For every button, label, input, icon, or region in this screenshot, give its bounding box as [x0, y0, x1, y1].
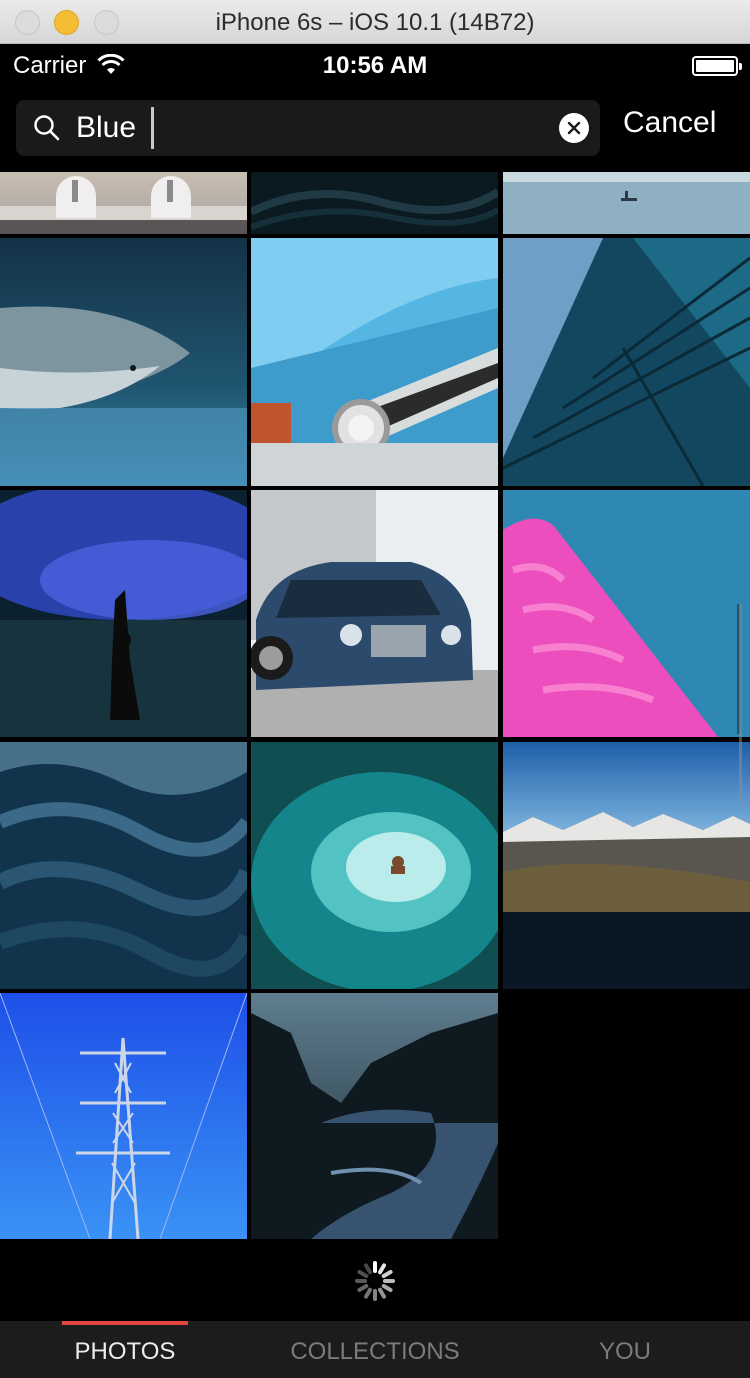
tab-collections[interactable]: COLLECTIONS: [250, 1321, 500, 1378]
photo-tile-blue-smoke-flare[interactable]: [0, 490, 247, 737]
window-title-bar: iPhone 6s – iOS 10.1 (14B72): [0, 0, 750, 44]
photo-tile-mountain-range[interactable]: [503, 742, 750, 989]
photo-tile-observatory-domes[interactable]: [0, 172, 247, 234]
loading-spinner-icon: [353, 1259, 397, 1303]
battery-icon: [692, 56, 742, 76]
photo-tile-swimmer-in-turquoise-water[interactable]: [251, 742, 498, 989]
tab-photos[interactable]: PHOTOS: [0, 1321, 250, 1378]
photo-grid: [0, 172, 750, 1239]
clear-search-icon[interactable]: [559, 113, 589, 143]
status-bar: Carrier 10:56 AM: [0, 44, 750, 86]
photo-tile-power-pylon[interactable]: [0, 993, 247, 1239]
scroll-indicator: [739, 603, 742, 803]
tab-you[interactable]: YOU: [500, 1321, 750, 1378]
photo-tile-shark[interactable]: [0, 238, 247, 486]
text-caret: [151, 107, 154, 149]
photo-tile-glass-building[interactable]: [503, 238, 750, 486]
search-icon: [33, 114, 61, 147]
status-time: 10:56 AM: [322, 52, 428, 79]
search-bar[interactable]: [16, 100, 600, 156]
search-input[interactable]: [76, 108, 546, 148]
photo-tile-mountain-river-night[interactable]: [251, 993, 498, 1239]
tab-bar: PHOTOS COLLECTIONS YOU: [0, 1321, 750, 1378]
window-title: iPhone 6s – iOS 10.1 (14B72): [215, 9, 535, 36]
photo-tile-sea-paddleboarder[interactable]: [503, 172, 750, 234]
photo-tile-blue-vintage-truck[interactable]: [251, 238, 498, 486]
photo-tile-pink-air-mattress[interactable]: [503, 490, 750, 737]
photo-tile-ocean-waves[interactable]: [0, 742, 247, 989]
photo-tile-blue-bentley-car[interactable]: [251, 490, 498, 737]
photo-tile-dark-feathers[interactable]: [251, 172, 498, 234]
cancel-button[interactable]: Cancel: [623, 106, 716, 140]
